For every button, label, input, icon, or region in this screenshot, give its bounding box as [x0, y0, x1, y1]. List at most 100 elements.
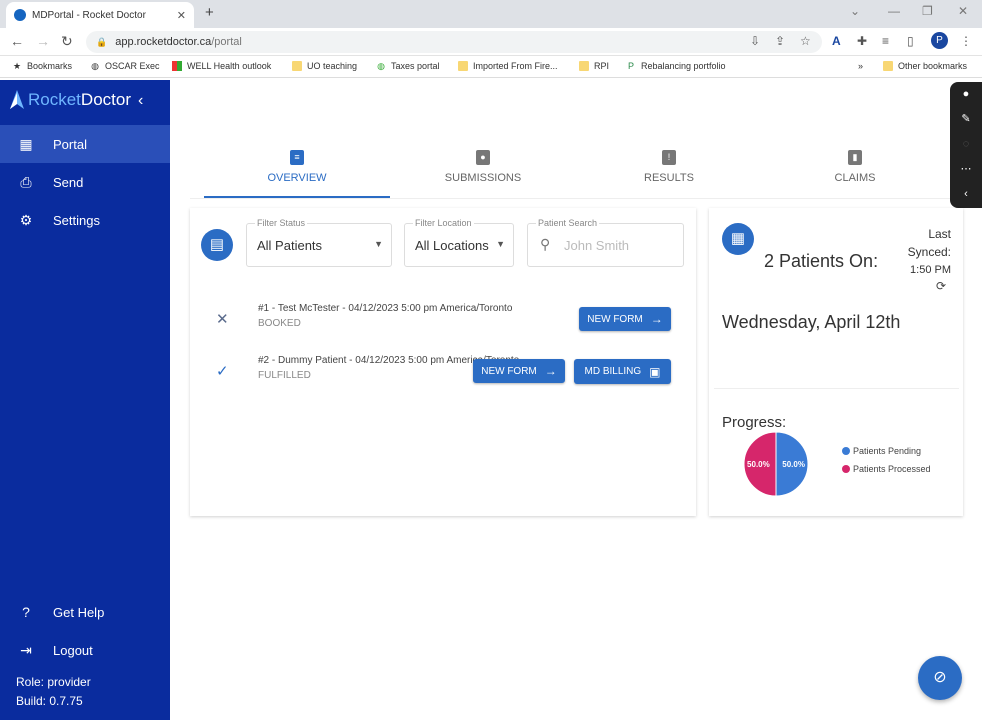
- filter-status-label: Filter Status: [255, 218, 308, 228]
- restore-icon[interactable]: ❐: [922, 4, 933, 18]
- draw-icon[interactable]: ◌: [950, 132, 982, 157]
- filter-status-value: All Patients: [257, 238, 323, 253]
- grid-icon[interactable]: ⋯: [950, 157, 982, 182]
- last-synced: Last Synced: 1:50 PM: [900, 225, 951, 279]
- dashboard-icon: ▦: [19, 135, 33, 152]
- tab-label: RESULTS: [644, 172, 694, 184]
- printer-icon: ⎙: [20, 173, 32, 190]
- folder-icon: [292, 61, 302, 71]
- tab-label: CLAIMS: [834, 172, 876, 184]
- collapse-sidebar-icon[interactable]: ‹: [138, 92, 143, 110]
- tab-search-icon[interactable]: ⌄: [850, 4, 860, 18]
- sidebar-item-logout[interactable]: ⇥ Logout: [0, 631, 170, 669]
- back-icon[interactable]: ←: [10, 33, 24, 49]
- grid-logo-icon: [172, 61, 182, 71]
- url-host: app.rocketdoctor.ca: [115, 36, 212, 48]
- browser-menu-icon[interactable]: ⋮: [960, 34, 972, 48]
- extensions-puzzle-icon[interactable]: ✚: [857, 34, 867, 48]
- window-close-icon[interactable]: ✕: [958, 4, 968, 18]
- clipboard-badge-icon: ▤: [201, 229, 233, 261]
- role-text: Role: provider: [16, 675, 91, 689]
- url-path: /portal: [211, 36, 242, 48]
- logo-text-doctor: Doctor: [80, 90, 131, 109]
- sidebar-item-label: Get Help: [53, 604, 105, 620]
- pie-data-label: 50.0%: [747, 460, 770, 469]
- legend-swatch: [842, 447, 850, 455]
- tab-overview[interactable]: ≡ OVERVIEW: [204, 150, 390, 184]
- filter-status-select[interactable]: Filter Status All Patients ▼: [246, 218, 392, 267]
- legend-label: Patients Pending: [853, 446, 921, 456]
- sync-time: 1:50 PM: [910, 264, 951, 276]
- appointment-status: BOOKED: [258, 318, 301, 329]
- new-form-button[interactable]: NEW FORM →: [473, 359, 565, 383]
- url-field[interactable]: 🔒 app.rocketdoctor.ca/portal: [86, 31, 822, 53]
- bookmark-item[interactable]: WELL Health outlook: [172, 61, 271, 71]
- bookmark-item[interactable]: ◍ Taxes portal: [376, 61, 439, 71]
- patient-search-label: Patient Search: [536, 218, 600, 228]
- filter-location-select[interactable]: Filter Location All Locations ▼: [404, 218, 514, 267]
- check-icon[interactable]: ✓: [216, 362, 229, 380]
- collapse-toolbar-icon[interactable]: ‹: [950, 182, 982, 207]
- eye-off-icon: ⊘: [933, 669, 947, 686]
- tab-label: OVERVIEW: [267, 172, 327, 184]
- globe-icon: ◍: [377, 61, 385, 71]
- filter-location-label: Filter Location: [413, 218, 474, 228]
- reload-icon[interactable]: ↻: [61, 33, 73, 50]
- sidebar-item-help[interactable]: ? Get Help: [0, 593, 170, 631]
- new-form-button[interactable]: NEW FORM →: [579, 307, 671, 331]
- install-icon[interactable]: ⇩: [750, 34, 760, 48]
- minimize-icon[interactable]: —: [888, 4, 900, 18]
- bar-chart-icon: ▮: [848, 150, 862, 165]
- refresh-sync-icon[interactable]: ⟳: [936, 279, 946, 293]
- sidebar-item-portal[interactable]: ▦ Portal: [0, 125, 170, 163]
- browser-tab[interactable]: MDPortal - Rocket Doctor ✕: [6, 2, 194, 28]
- legend-swatch: [842, 465, 850, 473]
- sidebar-item-label: Logout: [53, 642, 93, 658]
- contact-card-icon: ●: [476, 150, 490, 165]
- share-icon[interactable]: ⇪: [775, 34, 785, 48]
- forward-icon[interactable]: →: [36, 33, 50, 49]
- bookmark-item[interactable]: RPI: [579, 61, 609, 71]
- close-tab-icon[interactable]: ✕: [177, 9, 186, 22]
- globe-icon: ◍: [91, 61, 99, 71]
- microphone-icon[interactable]: ●: [950, 82, 982, 107]
- close-icon[interactable]: ✕: [216, 310, 229, 328]
- tab-label: SUBMISSIONS: [444, 172, 522, 184]
- arrow-right-icon: →: [650, 312, 663, 326]
- reading-list-icon[interactable]: ≡: [882, 34, 889, 48]
- bookmark-star-icon[interactable]: ☆: [800, 34, 811, 48]
- new-tab-icon[interactable]: +: [205, 4, 214, 21]
- sidebar-item-label: Settings: [53, 212, 100, 228]
- tab-results[interactable]: ! RESULTS: [576, 150, 762, 184]
- tab-claims[interactable]: ▮ CLAIMS: [762, 150, 948, 184]
- bookmark-item[interactable]: Imported From Fire...: [458, 61, 558, 71]
- tab-submissions[interactable]: ● SUBMISSIONS: [390, 150, 576, 184]
- hide-overlay-fab[interactable]: ⊘: [918, 656, 962, 700]
- favicon-icon: [14, 9, 26, 21]
- other-bookmarks[interactable]: Other bookmarks: [883, 61, 967, 71]
- pen-icon[interactable]: ✎: [950, 107, 982, 132]
- clipboard-icon: ≡: [290, 150, 304, 165]
- bookmarks-bar: ★ Bookmarks ◍ OSCAR Exec WELL Health outlo…: [0, 56, 982, 78]
- bookmark-item[interactable]: ★ Bookmarks: [12, 61, 72, 71]
- md-billing-button[interactable]: MD BILLING ▣: [574, 359, 671, 384]
- sidebar-item-send[interactable]: ⎙ Send: [0, 163, 170, 201]
- bookmark-item[interactable]: UO teaching: [292, 61, 357, 71]
- more-bookmarks-icon[interactable]: »: [858, 61, 863, 71]
- folder-icon: [883, 61, 893, 71]
- report-icon: !: [662, 150, 676, 165]
- sidebar-item-settings[interactable]: ⚙ Settings: [0, 201, 170, 239]
- profile-avatar[interactable]: P: [931, 32, 948, 49]
- side-panel-icon[interactable]: ▯: [907, 34, 914, 48]
- bookmark-item[interactable]: P Rebalancing portfolio: [626, 61, 726, 71]
- browser-tab-strip: MDPortal - Rocket Doctor ✕ + ⌄ — ❐ ✕: [0, 0, 982, 28]
- filter-location-value: All Locations: [415, 238, 489, 253]
- bookmark-item[interactable]: ◍ OSCAR Exec: [90, 61, 159, 71]
- extension-a-icon[interactable]: A: [832, 34, 841, 48]
- patients-on-heading: 2 Patients On:: [764, 251, 879, 271]
- patient-search-input[interactable]: Patient Search ⚲ John Smith: [527, 218, 684, 267]
- help-icon: ?: [22, 604, 30, 620]
- address-bar-row: ← → ↻ 🔒 app.rocketdoctor.ca/portal ⇩ ⇪ ☆…: [0, 28, 982, 56]
- portal-tabs: ≡ OVERVIEW ● SUBMISSIONS ! RESULTS ▮ CLA…: [204, 150, 948, 198]
- lock-icon: 🔒: [96, 36, 108, 47]
